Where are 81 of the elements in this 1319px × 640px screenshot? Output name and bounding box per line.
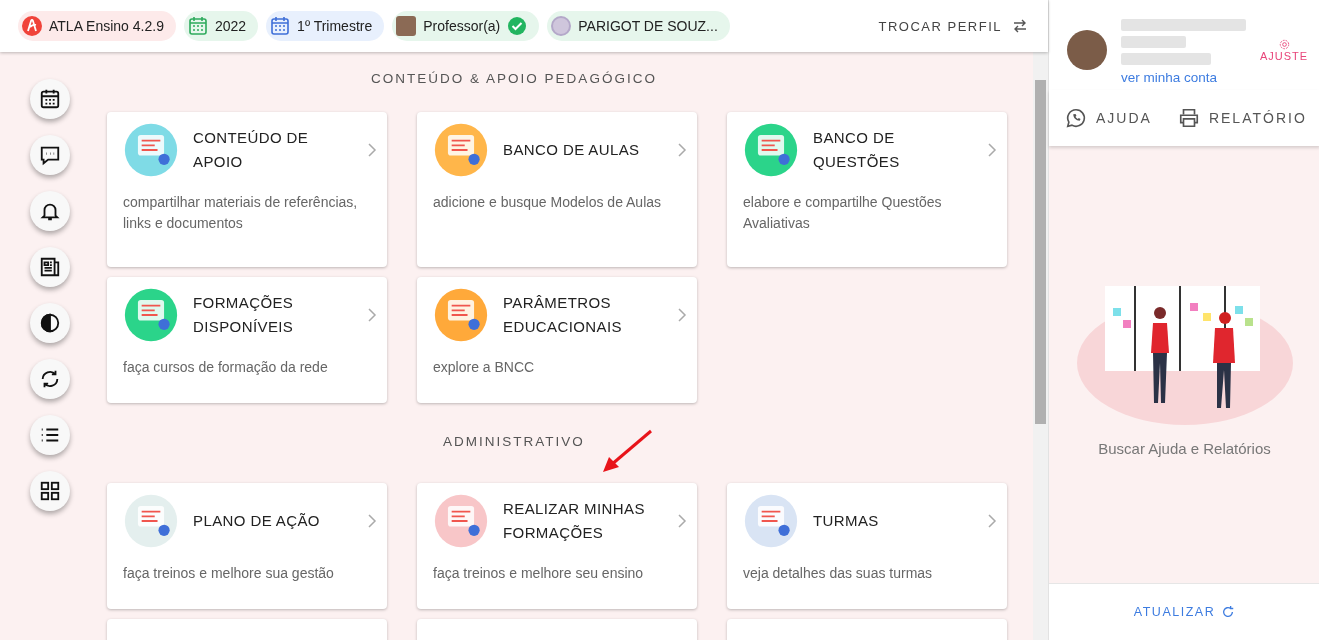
card-title: PLANO DE AÇÃO bbox=[193, 511, 321, 531]
chevron-right-icon bbox=[987, 142, 997, 158]
calendar-icon bbox=[39, 88, 61, 110]
refresh-button[interactable]: ATUALIZAR bbox=[1127, 604, 1242, 620]
chevron-right-icon bbox=[677, 142, 687, 158]
card-description: veja detalhes das suas turmas bbox=[743, 564, 934, 583]
side-nav-button[interactable] bbox=[30, 191, 70, 231]
card-description: explore a BNCC bbox=[433, 358, 536, 377]
card-title: BANCO DE QUESTÕES bbox=[813, 128, 901, 172]
printer-icon bbox=[1177, 107, 1200, 129]
side-nav-button[interactable] bbox=[30, 471, 70, 511]
card-description: faça cursos de formação da rede bbox=[123, 358, 329, 377]
side-nav-button[interactable] bbox=[30, 359, 70, 399]
context-chip[interactable]: Professor(a) bbox=[392, 11, 540, 41]
avatar-icon bbox=[1067, 30, 1107, 70]
card-title: PARÂMETROS EDUCACIONAIS bbox=[503, 293, 623, 337]
feature-card[interactable]: PLANO DE AÇÃO faça treinos e melhore sua gestão bbox=[107, 483, 387, 609]
calendar-icon bbox=[270, 16, 291, 36]
card-illustration-drawing bbox=[123, 287, 179, 343]
switch-profile-button[interactable]: TROCAR PERFIL bbox=[872, 17, 1034, 35]
news-icon bbox=[39, 256, 61, 278]
side-nav-button[interactable] bbox=[30, 135, 70, 175]
blurred-text bbox=[1121, 36, 1186, 48]
chevron-right-icon bbox=[367, 513, 377, 529]
card-title: REALIZAR MINHAS FORMAÇÕES bbox=[503, 499, 646, 543]
scrollbar[interactable] bbox=[1033, 52, 1048, 640]
chevron-right-icon bbox=[677, 307, 687, 323]
feature-card[interactable]: BANCO DE AULAS adicione e busque Modelos de Aulas bbox=[417, 112, 697, 267]
avatar-icon bbox=[551, 16, 572, 36]
panel-tab[interactable]: RELATÓRIO bbox=[1177, 107, 1307, 129]
swap-icon bbox=[1012, 18, 1028, 34]
chat-icon bbox=[39, 144, 61, 166]
card-illustration-drawing bbox=[433, 287, 489, 343]
section-title: ADMINISTRATIVO bbox=[442, 433, 586, 451]
side-nav-button[interactable] bbox=[30, 415, 70, 455]
card-description: elabore e compartilhe Questões Avaliativas bbox=[743, 193, 943, 233]
scrollbar-thumb[interactable] bbox=[1035, 80, 1046, 424]
card-description: compartilhar materiais de referências, links e documentos bbox=[123, 193, 359, 233]
context-chip[interactable]: 1º Trimestre bbox=[266, 11, 385, 41]
refresh-icon bbox=[1221, 605, 1236, 619]
logo-icon bbox=[22, 16, 42, 36]
feature-card[interactable]: BANCO DE QUESTÕES elabore e compartilhe Questões Avaliativas bbox=[727, 112, 1007, 267]
feature-card[interactable]: CONTEÚDO DE APOIO compartilhar materiais de referências, links e documentos bbox=[107, 112, 387, 267]
whatsapp-icon bbox=[1065, 107, 1087, 129]
card-illustration-drawing bbox=[743, 122, 799, 178]
settings-button[interactable]: AJUSTE bbox=[1260, 38, 1309, 62]
card-illustration-drawing bbox=[123, 122, 179, 178]
context-chip[interactable]: 2022 bbox=[183, 11, 259, 41]
contrast-icon bbox=[39, 312, 61, 334]
panel-caption: Buscar Ajuda e Relatórios bbox=[1098, 440, 1271, 457]
card-title: CONTEÚDO DE APOIO bbox=[193, 128, 310, 172]
chevron-right-icon bbox=[987, 513, 997, 529]
card-title: FORMAÇÕES DISPONÍVEIS bbox=[193, 293, 295, 337]
card-description: adicione e busque Modelos de Aulas bbox=[433, 193, 663, 212]
side-nav-button[interactable] bbox=[30, 247, 70, 287]
settings-icon bbox=[1278, 38, 1290, 50]
card-illustration-drawing bbox=[433, 493, 489, 549]
sync-icon bbox=[39, 368, 61, 390]
card-illustration-drawing bbox=[743, 493, 799, 549]
grid-icon bbox=[39, 480, 61, 502]
card-title: BANCO DE AULAS bbox=[503, 140, 641, 160]
feature-card[interactable]: TURMAS veja detalhes das suas turmas bbox=[727, 483, 1007, 609]
context-chip[interactable]: ATLA Ensino 4.2.9 bbox=[18, 11, 176, 41]
chevron-right-icon bbox=[677, 513, 687, 529]
card-illustration-drawing bbox=[433, 122, 489, 178]
card-description: faça treinos e melhore seu ensino bbox=[433, 564, 645, 583]
feature-card[interactable]: FORMAÇÕES DISPONÍVEIS faça cursos de formação da rede bbox=[107, 277, 387, 403]
context-chip[interactable]: PARIGOT DE SOUZ... bbox=[547, 11, 730, 41]
panel-tab[interactable]: AJUDA bbox=[1065, 107, 1152, 129]
calendar-icon bbox=[187, 16, 208, 36]
account-link[interactable]: ver minha conta bbox=[1121, 70, 1246, 85]
feature-card[interactable]: PARÂMETROS EDUCACIONAIS explore a BNCC bbox=[417, 277, 697, 403]
avatar-icon bbox=[396, 16, 417, 36]
side-nav-button[interactable] bbox=[30, 79, 70, 119]
chevron-right-icon bbox=[367, 142, 377, 158]
card-illustration-drawing bbox=[123, 493, 179, 549]
chevron-right-icon bbox=[367, 307, 377, 323]
section-title: CONTEÚDO & APOIO PEDAGÓGICO bbox=[370, 70, 658, 88]
side-nav-button[interactable] bbox=[30, 303, 70, 343]
card-description: faça treinos e melhore sua gestão bbox=[123, 564, 335, 583]
card-title: TURMAS bbox=[813, 511, 880, 531]
